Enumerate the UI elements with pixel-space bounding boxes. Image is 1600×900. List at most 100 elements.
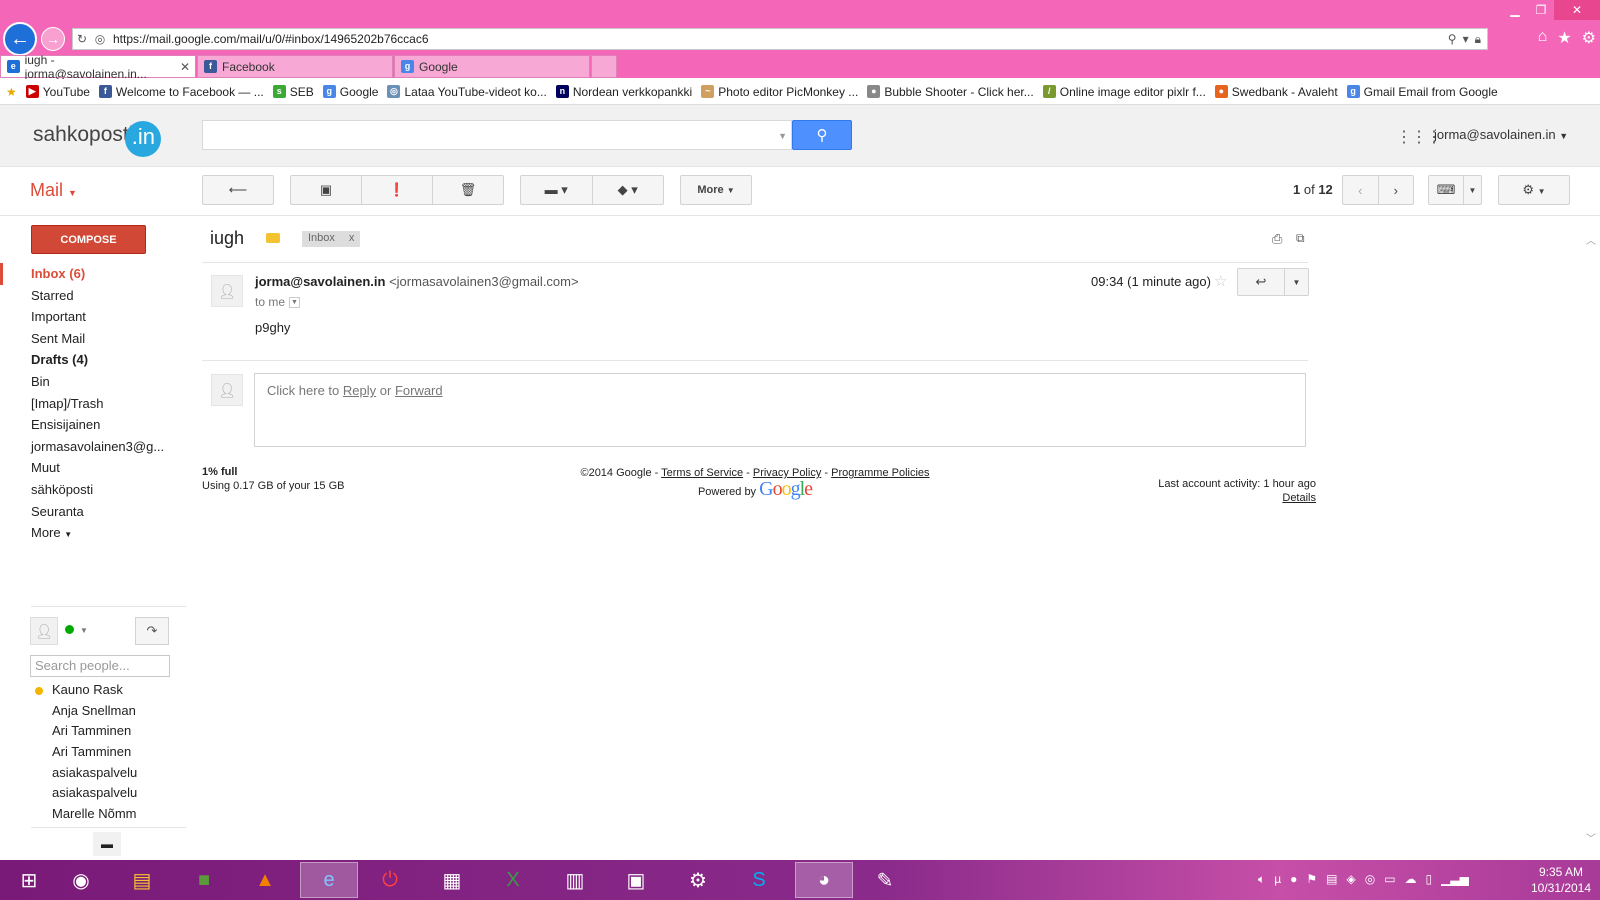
sidebar-item-drafts[interactable]: Drafts (4) bbox=[0, 349, 190, 371]
forward-link[interactable]: Forward bbox=[395, 383, 443, 398]
search-people-input[interactable]: Search people... bbox=[30, 655, 170, 677]
bookmark-bubble-shooter[interactable]: ● Bubble Shooter - Click her... bbox=[867, 85, 1034, 99]
dropdown-icon[interactable]: ▾ bbox=[1463, 32, 1469, 47]
contact-item[interactable]: Kauno Rask bbox=[30, 680, 190, 701]
compose-button[interactable]: COMPOSE bbox=[31, 225, 146, 254]
favorites-star-icon[interactable]: ★ bbox=[1557, 28, 1571, 48]
sidebar-item-starred[interactable]: Starred bbox=[0, 285, 190, 307]
contact-item[interactable]: asiakaspalvelu bbox=[30, 763, 190, 784]
contact-item[interactable]: asiakaspalvelu bbox=[30, 783, 190, 804]
delete-button[interactable]: 🗑︎ bbox=[433, 176, 503, 204]
bookmark-pixlr[interactable]: / Online image editor pixlr f... bbox=[1042, 85, 1206, 99]
search-options-icon[interactable]: ▼ bbox=[778, 131, 787, 141]
chat-bubble-icon[interactable]: ▬ bbox=[93, 832, 121, 856]
minimize-icon[interactable]: ▁ bbox=[1502, 0, 1528, 20]
taskbar-chrome[interactable]: ◕ bbox=[795, 862, 853, 898]
contact-item[interactable]: Marelle Nõmm bbox=[30, 804, 190, 825]
taskbar-minecraft[interactable]: ■ bbox=[175, 862, 233, 898]
settings-button[interactable]: ⚙ ▼ bbox=[1498, 175, 1570, 205]
contact-item[interactable]: Anja Snellman bbox=[30, 701, 190, 722]
refresh-icon[interactable]: ↻ bbox=[73, 32, 91, 46]
scroll-up-icon[interactable]: ︿ bbox=[1586, 232, 1596, 247]
reply-button[interactable]: ↩ bbox=[1238, 269, 1285, 295]
favorites-add-icon[interactable]: ★ bbox=[6, 85, 17, 99]
tray-app-icon[interactable]: ● bbox=[1290, 872, 1297, 887]
input-tools-dropdown[interactable]: ▼ bbox=[1464, 176, 1481, 204]
maximize-icon[interactable]: ❐ bbox=[1528, 0, 1554, 20]
print-icon[interactable]: ⎙ bbox=[1272, 231, 1282, 247]
bookmark-swedbank[interactable]: ● Swedbank - Avaleht bbox=[1214, 85, 1338, 99]
newer-button[interactable]: ‹ bbox=[1343, 176, 1379, 204]
scroll-down-icon[interactable]: ﹀ bbox=[1586, 830, 1596, 845]
search-button[interactable]: ⚲ bbox=[792, 120, 852, 150]
taskbar-vlc[interactable]: ▲ bbox=[236, 862, 294, 898]
avatar[interactable]: 👤︎ bbox=[30, 617, 58, 645]
contact-item[interactable]: Ari Tamminen bbox=[30, 742, 190, 763]
bookmark-gmail[interactable]: g Gmail Email from Google bbox=[1346, 85, 1498, 99]
taskbar-settings-app[interactable]: ▦ bbox=[423, 862, 481, 898]
close-window-icon[interactable]: ✕ bbox=[1554, 0, 1600, 20]
sidebar-item-more[interactable]: More ▼ bbox=[0, 522, 190, 544]
bookmark-picmonkey[interactable]: ~ Photo editor PicMonkey ... bbox=[701, 85, 858, 99]
keyboard-layout-icon[interactable]: ▭ bbox=[1384, 872, 1395, 887]
star-icon[interactable]: ☆ bbox=[1214, 272, 1227, 290]
older-button[interactable]: › bbox=[1379, 176, 1414, 204]
sender-name[interactable]: jorma@savolainen.in bbox=[255, 274, 385, 289]
url-text[interactable]: https://mail.google.com/mail/u/0/#inbox/… bbox=[109, 32, 1448, 46]
policies-link[interactable]: Programme Policies bbox=[831, 467, 929, 479]
new-hangout-button[interactable]: ↷ bbox=[135, 617, 169, 645]
volume-icon[interactable]: 🔈︎ bbox=[1258, 872, 1265, 887]
signal-icon[interactable]: ▁▃▅ bbox=[1441, 872, 1469, 887]
bookmark-facebook[interactable]: f Welcome to Facebook — ... bbox=[98, 85, 264, 99]
utorrent-icon[interactable]: µ bbox=[1274, 872, 1281, 887]
sidebar-item-sahkoposti[interactable]: sähköposti bbox=[0, 479, 190, 501]
tray-app-icon[interactable]: ◎ bbox=[1365, 872, 1375, 887]
sidebar-item-sent[interactable]: Sent Mail bbox=[0, 328, 190, 350]
back-to-inbox-button[interactable]: ⟵ bbox=[202, 175, 274, 205]
sidebar-item-ensisijainen[interactable]: Ensisijainen bbox=[0, 414, 190, 436]
mail-menu[interactable]: Mail ▼ bbox=[30, 180, 77, 201]
lock-icon[interactable]: 🔒︎ bbox=[1475, 32, 1481, 47]
taskbar-skype[interactable]: S bbox=[730, 862, 788, 898]
sidebar-item-seuranta[interactable]: Seuranta bbox=[0, 501, 190, 523]
taskbar-control-panel[interactable]: ▣ bbox=[607, 862, 665, 898]
sidebar-item-muut[interactable]: Muut bbox=[0, 457, 190, 479]
bookmark-youtube[interactable]: ▶ YouTube bbox=[25, 85, 90, 99]
clock[interactable]: 9:35 AM 10/31/2014 bbox=[1528, 864, 1594, 896]
tab-google[interactable]: g Google bbox=[394, 55, 590, 78]
home-icon[interactable]: ⌂ bbox=[1538, 28, 1548, 48]
taskbar-system-app[interactable]: ⚙ bbox=[669, 862, 727, 898]
bookmark-google[interactable]: g Google bbox=[322, 85, 378, 99]
battery-icon[interactable]: ▯ bbox=[1426, 872, 1433, 887]
bookmark-lataa[interactable]: ◎ Lataa YouTube-videot ko... bbox=[387, 85, 547, 99]
settings-gear-icon[interactable]: ⚙ bbox=[1582, 28, 1596, 48]
bookmark-nordea[interactable]: n Nordean verkkopankki bbox=[555, 85, 692, 99]
more-actions-button[interactable]: ▼ bbox=[1285, 269, 1308, 295]
sidebar-item-label-email[interactable]: jormasavolainen3@g... bbox=[0, 436, 190, 458]
labels-button[interactable]: ◆ ▾ bbox=[593, 176, 664, 204]
account-menu[interactable]: jorma@savolainen.in ▼ bbox=[1434, 127, 1568, 142]
security-icon[interactable]: ◈ bbox=[1346, 872, 1355, 887]
logo[interactable]: sahkoposti .in bbox=[33, 117, 162, 157]
search-input[interactable]: ▼ bbox=[202, 120, 792, 150]
back-button[interactable]: ← bbox=[3, 22, 37, 56]
taskbar-excel[interactable]: X bbox=[484, 862, 542, 898]
report-spam-button[interactable]: ❗ bbox=[362, 176, 433, 204]
new-tab-button[interactable] bbox=[591, 55, 617, 78]
importance-marker-icon[interactable] bbox=[266, 233, 280, 243]
tab-facebook[interactable]: f Facebook bbox=[197, 55, 393, 78]
details-link[interactable]: Details bbox=[1282, 492, 1316, 504]
address-bar[interactable]: ↻ ◎ https://mail.google.com/mail/u/0/#in… bbox=[72, 28, 1488, 50]
move-to-button[interactable]: ▬ ▾ bbox=[521, 176, 593, 204]
terms-link[interactable]: Terms of Service bbox=[661, 467, 743, 479]
online-status-icon[interactable] bbox=[65, 625, 74, 634]
taskbar-calculator[interactable]: ▥ bbox=[546, 862, 604, 898]
forward-button[interactable]: → bbox=[41, 27, 65, 51]
sidebar-item-bin[interactable]: Bin bbox=[0, 371, 190, 393]
sidebar-item-inbox[interactable]: Inbox (6) bbox=[0, 263, 190, 285]
open-new-window-icon[interactable]: ⧉ bbox=[1296, 231, 1305, 246]
contact-item[interactable]: Ari Tamminen bbox=[30, 721, 190, 742]
show-details-icon[interactable]: ▼ bbox=[289, 297, 301, 309]
onedrive-icon[interactable]: ☁ bbox=[1405, 872, 1417, 887]
taskbar-file-explorer[interactable]: ▤ bbox=[113, 862, 171, 898]
